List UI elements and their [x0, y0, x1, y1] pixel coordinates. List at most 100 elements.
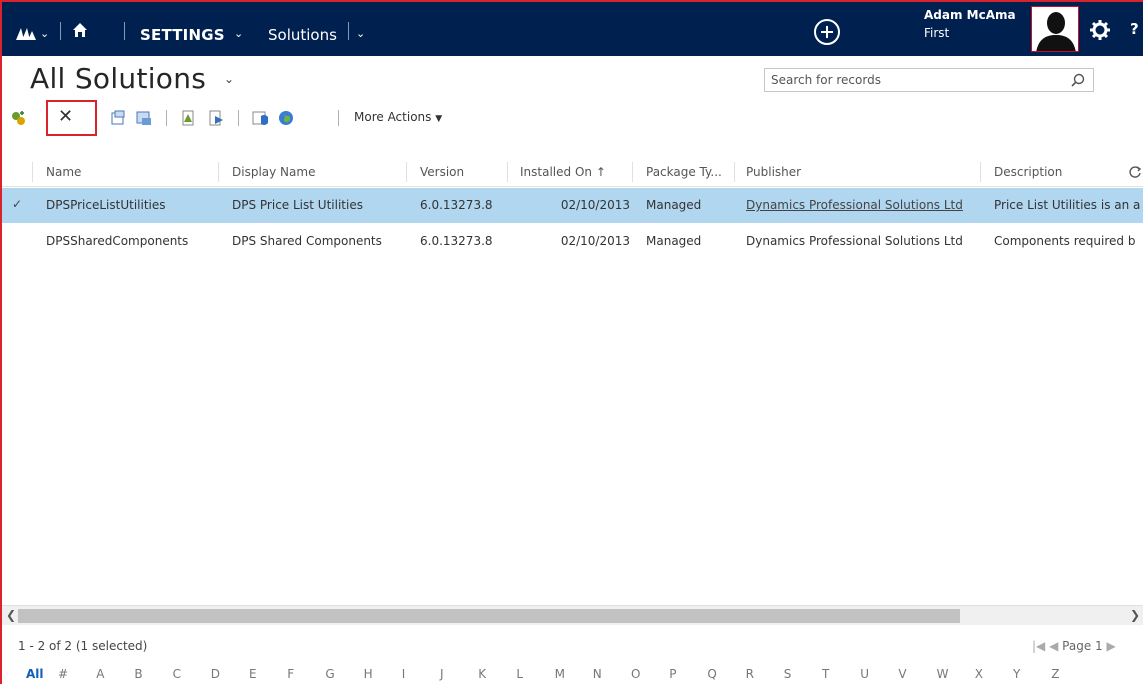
cell-version: 6.0.13273.8	[420, 198, 493, 212]
alphabet-filter-w[interactable]: W	[937, 667, 949, 681]
alphabet-filter-s[interactable]: S	[784, 667, 792, 681]
grid-header: Name Display Name Version Installed On ↑…	[2, 157, 1143, 187]
alphabet-filter-a[interactable]: A	[96, 667, 104, 681]
app-logo-icon[interactable]	[16, 26, 36, 40]
toolbar-separator	[238, 110, 239, 126]
alphabet-filter-t[interactable]: T	[822, 667, 829, 681]
more-actions-label: More Actions	[354, 110, 432, 124]
alphabet-filter-j[interactable]: J	[440, 667, 444, 681]
export-translations-icon[interactable]	[208, 110, 224, 126]
settings-gear-icon[interactable]	[1090, 20, 1110, 40]
column-header-package-type[interactable]: Package Ty...	[646, 165, 722, 179]
column-divider	[632, 162, 633, 182]
alphabet-filter-h[interactable]: H	[364, 667, 373, 681]
row-checkmark-icon[interactable]: ✓	[12, 197, 22, 211]
refresh-icon[interactable]	[1128, 165, 1142, 179]
alphabet-filter-v[interactable]: V	[898, 667, 906, 681]
column-header-installed-on[interactable]: Installed On ↑	[520, 165, 606, 179]
alphabet-filter-z[interactable]: Z	[1051, 667, 1059, 681]
pager: |◀ ◀ Page 1 ▶	[1032, 639, 1116, 653]
alphabet-filter-c[interactable]: C	[173, 667, 181, 681]
alphabet-filter-i[interactable]: I	[402, 667, 406, 681]
alphabet-filter-hash[interactable]: #	[58, 667, 68, 681]
alphabet-filter-l[interactable]: L	[516, 667, 523, 681]
next-page-icon[interactable]: ▶	[1107, 639, 1116, 653]
scroll-left-icon[interactable]: ❮	[6, 608, 16, 622]
page-title[interactable]: All Solutions	[30, 62, 206, 95]
scroll-right-icon[interactable]: ❯	[1130, 608, 1140, 622]
export-icon[interactable]	[136, 110, 152, 126]
alphabet-filter-n[interactable]: N	[593, 667, 602, 681]
nav-separator	[124, 22, 125, 40]
cell-name[interactable]: DPSSharedComponents	[46, 234, 216, 248]
column-header-display-name[interactable]: Display Name	[232, 165, 315, 179]
toolbar-separator	[166, 110, 167, 126]
record-count-status: 1 - 2 of 2 (1 selected)	[18, 639, 148, 653]
column-header-publisher[interactable]: Publisher	[746, 165, 801, 179]
help-button[interactable]: ?	[1130, 20, 1139, 38]
column-divider	[507, 162, 508, 182]
globe-icon[interactable]	[278, 110, 294, 126]
cell-display-name: DPS Shared Components	[232, 234, 382, 248]
alphabet-filter-m[interactable]: M	[555, 667, 565, 681]
first-page-icon[interactable]: |◀	[1032, 639, 1045, 653]
chevron-down-icon[interactable]: ⌄	[40, 27, 49, 40]
column-header-version[interactable]: Version	[420, 165, 464, 179]
alphabet-filter-g[interactable]: G	[325, 667, 334, 681]
alphabet-filter-u[interactable]: U	[860, 667, 869, 681]
alphabet-filter-x[interactable]: X	[975, 667, 983, 681]
column-header-description[interactable]: Description	[994, 165, 1062, 179]
user-organization: First	[924, 26, 950, 40]
alphabet-filter-p[interactable]: P	[669, 667, 676, 681]
home-icon[interactable]	[72, 22, 88, 38]
alphabet-filter-f[interactable]: F	[287, 667, 294, 681]
alphabet-filter-e[interactable]: E	[249, 667, 257, 681]
chevron-down-icon[interactable]: ⌄	[234, 27, 243, 40]
search-icon[interactable]	[1071, 73, 1085, 87]
table-row[interactable]: ✓ DPSPriceListUtilities DPS Price List U…	[2, 188, 1143, 223]
more-actions-button[interactable]: More Actions ▼	[354, 110, 442, 124]
cell-publisher-link[interactable]: Dynamics Professional Solutions Ltd	[746, 198, 978, 212]
top-nav-bar: ⌄ SETTINGS ⌄ Solutions ⌄ Adam McAma Firs…	[2, 2, 1143, 56]
cell-package-type: Managed	[646, 234, 702, 248]
add-icon[interactable]	[814, 19, 840, 45]
alphabet-filter-r[interactable]: R	[746, 667, 754, 681]
nav-separator	[348, 22, 349, 40]
alphabet-filter-b[interactable]: B	[134, 667, 142, 681]
cell-publisher: Dynamics Professional Solutions Ltd	[746, 234, 963, 248]
alphabet-filter-k[interactable]: K	[478, 667, 486, 681]
cell-installed-on: 02/10/2013	[560, 234, 630, 248]
cell-installed-on: 02/10/2013	[560, 198, 630, 212]
column-divider	[32, 162, 33, 182]
alphabet-filter-all[interactable]: All	[26, 667, 44, 681]
scrollbar-thumb[interactable]	[18, 609, 960, 623]
user-name[interactable]: Adam McAma	[924, 8, 1016, 22]
column-header-name[interactable]: Name	[46, 165, 81, 179]
alphabet-filter-d[interactable]: D	[211, 667, 220, 681]
search-input[interactable]	[771, 72, 1061, 88]
alphabet-filter-o[interactable]: O	[631, 667, 640, 681]
cell-name[interactable]: DPSPriceListUtilities	[46, 198, 216, 212]
new-solution-icon[interactable]	[10, 110, 26, 126]
cell-version: 6.0.13273.8	[420, 234, 493, 248]
nav-area-settings[interactable]: SETTINGS	[140, 26, 225, 44]
command-bar	[2, 100, 1143, 136]
caret-down-icon: ▼	[435, 114, 443, 124]
table-row[interactable]: DPSSharedComponents DPS Shared Component…	[2, 224, 1143, 259]
horizontal-scrollbar[interactable]: ❮ ❯	[2, 605, 1143, 625]
chevron-down-icon[interactable]: ⌄	[356, 27, 365, 40]
import-icon[interactable]	[110, 110, 126, 126]
column-divider	[980, 162, 981, 182]
get-solutions-icon[interactable]	[252, 110, 268, 126]
publish-icon[interactable]	[180, 110, 196, 126]
delete-icon[interactable]: ✕	[58, 106, 73, 127]
view-selector-chevron-icon[interactable]: ⌄	[224, 72, 234, 86]
alphabet-filter-q[interactable]: Q	[707, 667, 716, 681]
toolbar-separator	[338, 110, 339, 126]
nav-entity-solutions[interactable]: Solutions	[268, 26, 337, 44]
avatar[interactable]	[1031, 6, 1079, 52]
search-box	[764, 68, 1094, 92]
previous-page-icon[interactable]: ◀	[1049, 639, 1058, 653]
column-divider	[734, 162, 735, 182]
alphabet-filter-y[interactable]: Y	[1013, 667, 1020, 681]
